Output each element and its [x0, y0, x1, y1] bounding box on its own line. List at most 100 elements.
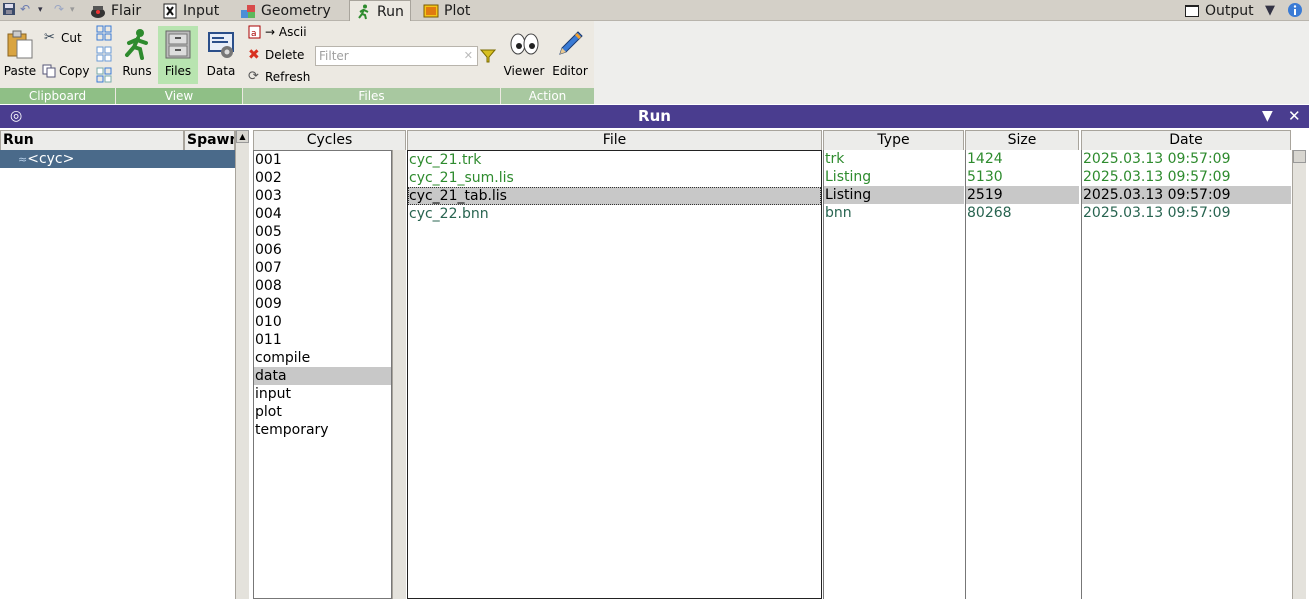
filter-input[interactable]: Filter ✕ — [315, 46, 478, 66]
run-column-header[interactable]: Run — [0, 130, 184, 151]
action-group-label: Action — [501, 88, 594, 104]
cycle-item[interactable]: 003 — [254, 187, 391, 205]
cycle-item[interactable]: plot — [254, 403, 391, 421]
type-cell: trk — [825, 151, 845, 167]
cycle-item[interactable]: 009 — [254, 295, 391, 313]
type-cell-selected: Listing — [824, 186, 964, 204]
files-scrollbar[interactable] — [1292, 150, 1306, 599]
cycle-item[interactable]: 007 — [254, 259, 391, 277]
date-cell: 2025.03.13 09:57:09 — [1083, 169, 1231, 185]
editor-button[interactable]: Editor — [549, 26, 591, 84]
file-column-header[interactable]: File — [407, 130, 822, 151]
refresh-icon: ⟳ — [248, 69, 259, 84]
cycles-list: 001 002 003 004 005 006 007 008 009 010 … — [253, 150, 392, 599]
funnel-icon[interactable] — [480, 48, 496, 64]
input-icon — [163, 3, 177, 18]
redo-icon[interactable]: ↷ — [54, 2, 64, 16]
panel-title: Run — [638, 107, 671, 125]
file-name-cell[interactable]: cyc_21.trk — [408, 151, 821, 169]
ribbon-empty-area — [594, 21, 1309, 104]
data-icon — [208, 32, 234, 58]
cycle-item[interactable]: 002 — [254, 169, 391, 187]
convert-icon: a — [248, 25, 261, 39]
date-column: 2025.03.13 09:57:09 2025.03.13 09:57:09 … — [1081, 150, 1291, 599]
cycle-item[interactable]: 005 — [254, 223, 391, 241]
copy-icon — [42, 64, 56, 78]
file-name-cell-selected[interactable]: cyc_21_tab.lis — [408, 187, 821, 205]
cycle-item[interactable]: 004 — [254, 205, 391, 223]
invert-selection-icon[interactable] — [96, 67, 112, 83]
select-all-icon[interactable] — [96, 25, 112, 41]
cycle-item[interactable]: 008 — [254, 277, 391, 295]
cycle-item[interactable]: compile — [254, 349, 391, 367]
runs-button[interactable]: Runs — [117, 26, 157, 84]
type-column: trk Listing Listing bnn — [823, 150, 964, 599]
date-column-header[interactable]: Date — [1081, 130, 1291, 151]
type-cell: Listing — [825, 169, 872, 185]
date-cell-selected: 2025.03.13 09:57:09 — [1082, 186, 1291, 204]
type-column-header[interactable]: Type — [823, 130, 964, 151]
size-column-header[interactable]: Size — [965, 130, 1079, 151]
file-column: cyc_21.trk cyc_21_sum.lis cyc_21_tab.lis… — [407, 150, 822, 599]
redo-dropdown-icon[interactable]: ▾ — [70, 5, 75, 15]
svg-text:a: a — [251, 29, 257, 39]
file-name-cell[interactable]: cyc_22.bnn — [408, 205, 821, 223]
viewer-button[interactable]: Viewer — [503, 26, 545, 84]
panel-close-icon[interactable]: ✕ — [1288, 107, 1301, 125]
terminal-icon — [1185, 4, 1199, 17]
tab-flair[interactable]: Flair — [84, 0, 147, 21]
tab-geometry[interactable]: Geometry — [234, 0, 337, 21]
scroll-up-icon[interactable]: ▲ — [236, 130, 249, 143]
panel-dropdown-icon[interactable]: ▼ — [1262, 108, 1273, 124]
help-icon[interactable] — [1287, 2, 1303, 21]
cycles-column-header[interactable]: Cycles — [253, 130, 406, 151]
output-toggle[interactable]: Output — [1178, 0, 1260, 21]
size-column: 1424 5130 2519 80268 — [965, 150, 1079, 599]
undo-dropdown-icon[interactable]: ▾ — [38, 5, 43, 15]
cycles-scrollbar[interactable] — [392, 150, 406, 599]
eyes-icon — [510, 33, 539, 55]
tab-plot[interactable]: Plot — [417, 0, 476, 21]
date-cell: 2025.03.13 09:57:09 — [1083, 151, 1231, 167]
tab-run[interactable]: Run — [349, 0, 411, 22]
run-tree-item[interactable]: ≈<cyc> — [0, 150, 235, 168]
flair-icon — [91, 5, 105, 18]
output-dropdown-icon[interactable]: ▼ — [1265, 3, 1275, 18]
file-cabinet-icon — [165, 30, 191, 59]
paste-button[interactable]: Paste — [0, 26, 40, 84]
cycle-item[interactable]: 001 — [254, 151, 391, 169]
cycle-item[interactable]: 011 — [254, 331, 391, 349]
copy-button[interactable]: Copy — [42, 64, 89, 78]
save-icon[interactable] — [2, 2, 16, 19]
tab-input[interactable]: Input — [156, 0, 225, 21]
ascii-button[interactable]: a → Ascii — [248, 25, 307, 39]
refresh-button[interactable]: ⟳ Refresh — [248, 69, 310, 85]
clear-filter-icon[interactable]: ✕ — [464, 49, 473, 62]
size-cell-selected: 2519 — [966, 186, 1079, 204]
cycle-item[interactable]: 010 — [254, 313, 391, 331]
cycle-item[interactable]: temporary — [254, 421, 391, 439]
type-cell: bnn — [825, 205, 852, 221]
cycle-item[interactable]: 006 — [254, 241, 391, 259]
clipboard-group-label: Clipboard — [0, 88, 115, 104]
view-group-label: View — [116, 88, 242, 104]
spawn-column-header[interactable]: Spawn — [184, 130, 235, 151]
pencil-icon — [559, 31, 583, 55]
run-tree-scrollbar[interactable]: ▲ — [235, 130, 249, 599]
cut-button[interactable]: ✂ Cut — [44, 31, 82, 46]
run-tree-panel: Run Spawn ≈<cyc> ▲ — [0, 128, 251, 599]
cycle-item[interactable]: input — [254, 385, 391, 403]
run-panel-titlebar: ◎ Run ▼ ✕ — [0, 105, 1309, 128]
file-name-cell[interactable]: cyc_21_sum.lis — [408, 169, 821, 187]
undo-icon[interactable]: ↶ — [20, 2, 30, 16]
size-cell: 5130 — [967, 169, 1003, 185]
files-button[interactable]: Files — [158, 26, 198, 84]
select-none-icon[interactable] — [96, 46, 112, 62]
delete-icon: ✖ — [248, 47, 260, 63]
cycles-panel: Cycles 001 002 003 004 005 006 007 008 0… — [253, 128, 406, 599]
cycle-item-selected[interactable]: data — [254, 367, 391, 385]
data-button[interactable]: Data — [201, 26, 241, 84]
delete-button[interactable]: ✖ Delete — [248, 48, 304, 62]
scroll-up-icon[interactable] — [1293, 150, 1306, 163]
paste-icon — [7, 30, 33, 59]
